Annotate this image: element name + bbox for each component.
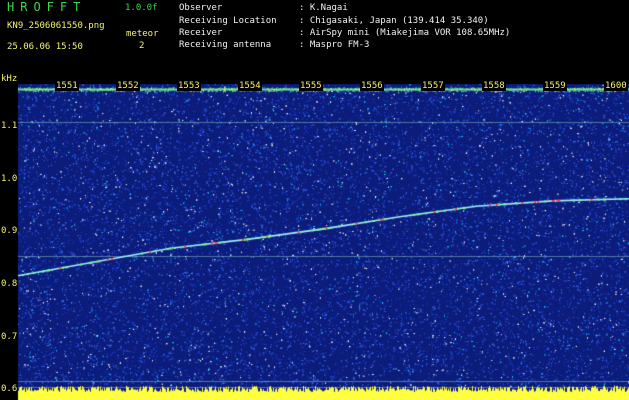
y-tick-label: 1.0	[1, 173, 18, 184]
info-row-receiver: Receiver : AirSpy mini (Miakejima VOR 108…	[179, 28, 510, 38]
info-key: Receiving Location	[179, 16, 277, 26]
x-tick-label: 1555	[299, 81, 323, 91]
info-value: : Maspro FM-3	[299, 40, 370, 50]
meteor-label: meteor	[126, 29, 159, 39]
y-tick-label: 0.7	[1, 331, 18, 342]
info-value: : Chigasaki, Japan (139.414 35.340)	[299, 16, 489, 26]
x-tick-label: 1551	[55, 81, 79, 91]
x-tick-label: 1554	[238, 81, 262, 91]
meteor-count: 2	[139, 41, 145, 51]
info-row-location: Receiving Location : Chigasaki, Japan (13…	[179, 16, 489, 26]
x-tick-label: 1558	[482, 81, 506, 91]
info-key: Observer	[179, 3, 223, 13]
filename-label: KN9_2506061550.png	[7, 21, 105, 31]
info-key: Receiving antenna	[179, 40, 272, 50]
version-label: 1.0.0f	[125, 3, 158, 13]
x-tick-label: 1557	[421, 81, 445, 91]
x-tick-label: 1600	[604, 81, 628, 91]
y-tick-label: 0.8	[1, 279, 18, 290]
x-tick-label: 1556	[360, 81, 384, 91]
y-tick-label: 0.9	[1, 226, 18, 237]
info-row-antenna: Receiving antenna : Maspro FM-3	[179, 40, 369, 50]
info-value: : AirSpy mini (Miakejima VOR 108.65MHz)	[299, 28, 511, 38]
app-title: HROFFT	[7, 0, 87, 14]
header-panel: HROFFT 1.0.0f KN9_2506061550.png meteor …	[0, 0, 629, 84]
datetime-label: 25.06.06 15:50	[7, 42, 83, 52]
y-axis-label: kHz	[1, 74, 18, 84]
x-tick-label: 1559	[543, 81, 567, 91]
y-tick-label: 1.1	[1, 121, 18, 132]
y-tick-label: 0.6	[1, 384, 18, 395]
x-tick-label: 1553	[177, 81, 201, 91]
info-row-observer: Observer : K.Nagai	[179, 3, 348, 13]
info-value: : K.Nagai	[299, 3, 348, 13]
info-key: Receiver	[179, 28, 223, 38]
x-tick-label: 1552	[116, 81, 140, 91]
